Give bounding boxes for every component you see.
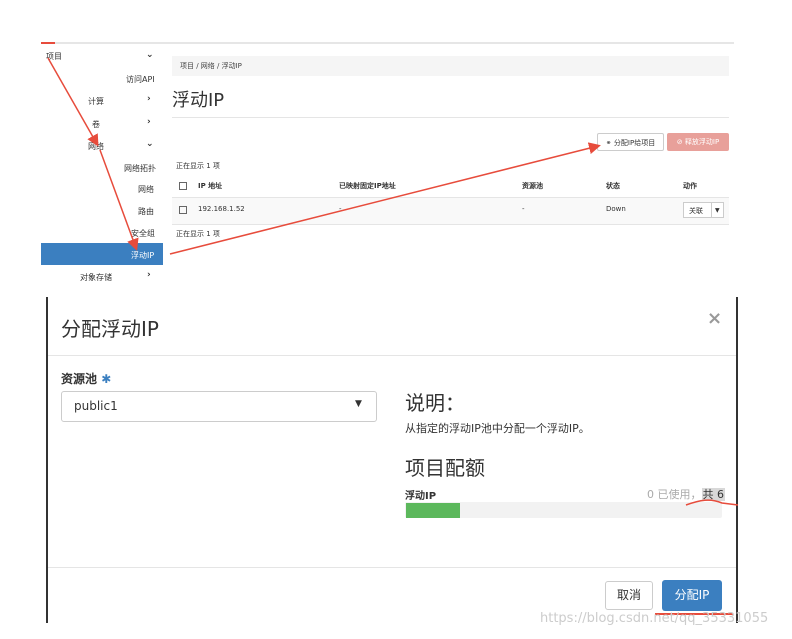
annotation-stroke bbox=[685, 499, 739, 506]
cancel-button[interactable]: 取消 bbox=[605, 581, 653, 610]
allocate-ip-submit-button[interactable]: 分配IP bbox=[662, 580, 722, 611]
modal-footer-divider bbox=[48, 567, 736, 568]
annotation-underline-usage bbox=[685, 499, 739, 506]
watermark: https://blog.csdn.net/qq_35331055 bbox=[540, 611, 769, 626]
